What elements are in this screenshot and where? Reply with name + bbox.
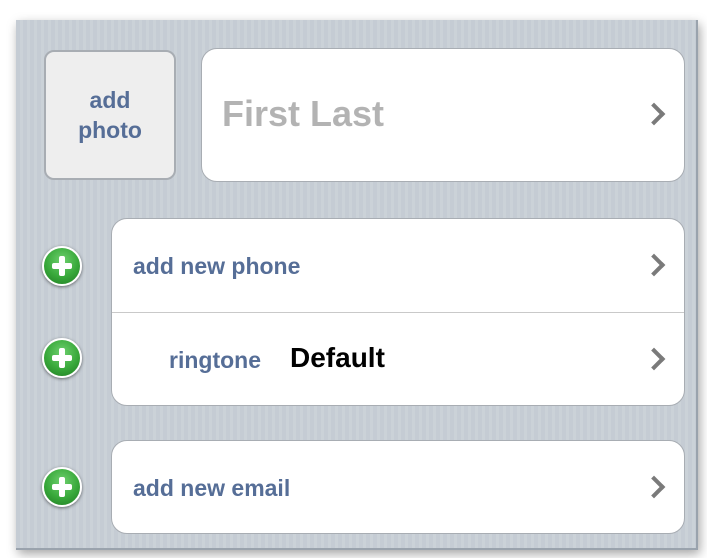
name-field[interactable]: First Last — [201, 48, 685, 182]
phone-group: add new phone ringtone Default — [111, 218, 685, 406]
add-photo-button[interactable]: add photo — [44, 50, 176, 180]
email-group: add new email — [111, 440, 685, 534]
add-new-phone-row[interactable]: add new phone — [112, 219, 684, 312]
add-ringtone-plus-icon[interactable] — [42, 338, 82, 378]
name-placeholder: First Last — [222, 93, 385, 134]
chevron-right-icon — [642, 253, 666, 277]
add-photo-label: add photo — [78, 87, 142, 143]
chevron-right-icon — [642, 475, 666, 499]
add-phone-plus-icon[interactable] — [42, 246, 82, 286]
chevron-right-icon — [642, 102, 666, 126]
chevron-right-icon — [642, 347, 666, 371]
ringtone-value: Default — [290, 342, 385, 373]
add-email-plus-icon[interactable] — [42, 467, 82, 507]
ringtone-label: ringtone — [169, 347, 261, 373]
ringtone-row[interactable]: ringtone Default — [112, 312, 684, 405]
add-new-phone-label: add new phone — [133, 253, 301, 279]
add-new-email-row[interactable]: add new email — [112, 441, 684, 533]
add-new-email-label: add new email — [133, 475, 291, 501]
contact-edit-panel: add photo First Last add new phone ringt… — [16, 20, 698, 550]
